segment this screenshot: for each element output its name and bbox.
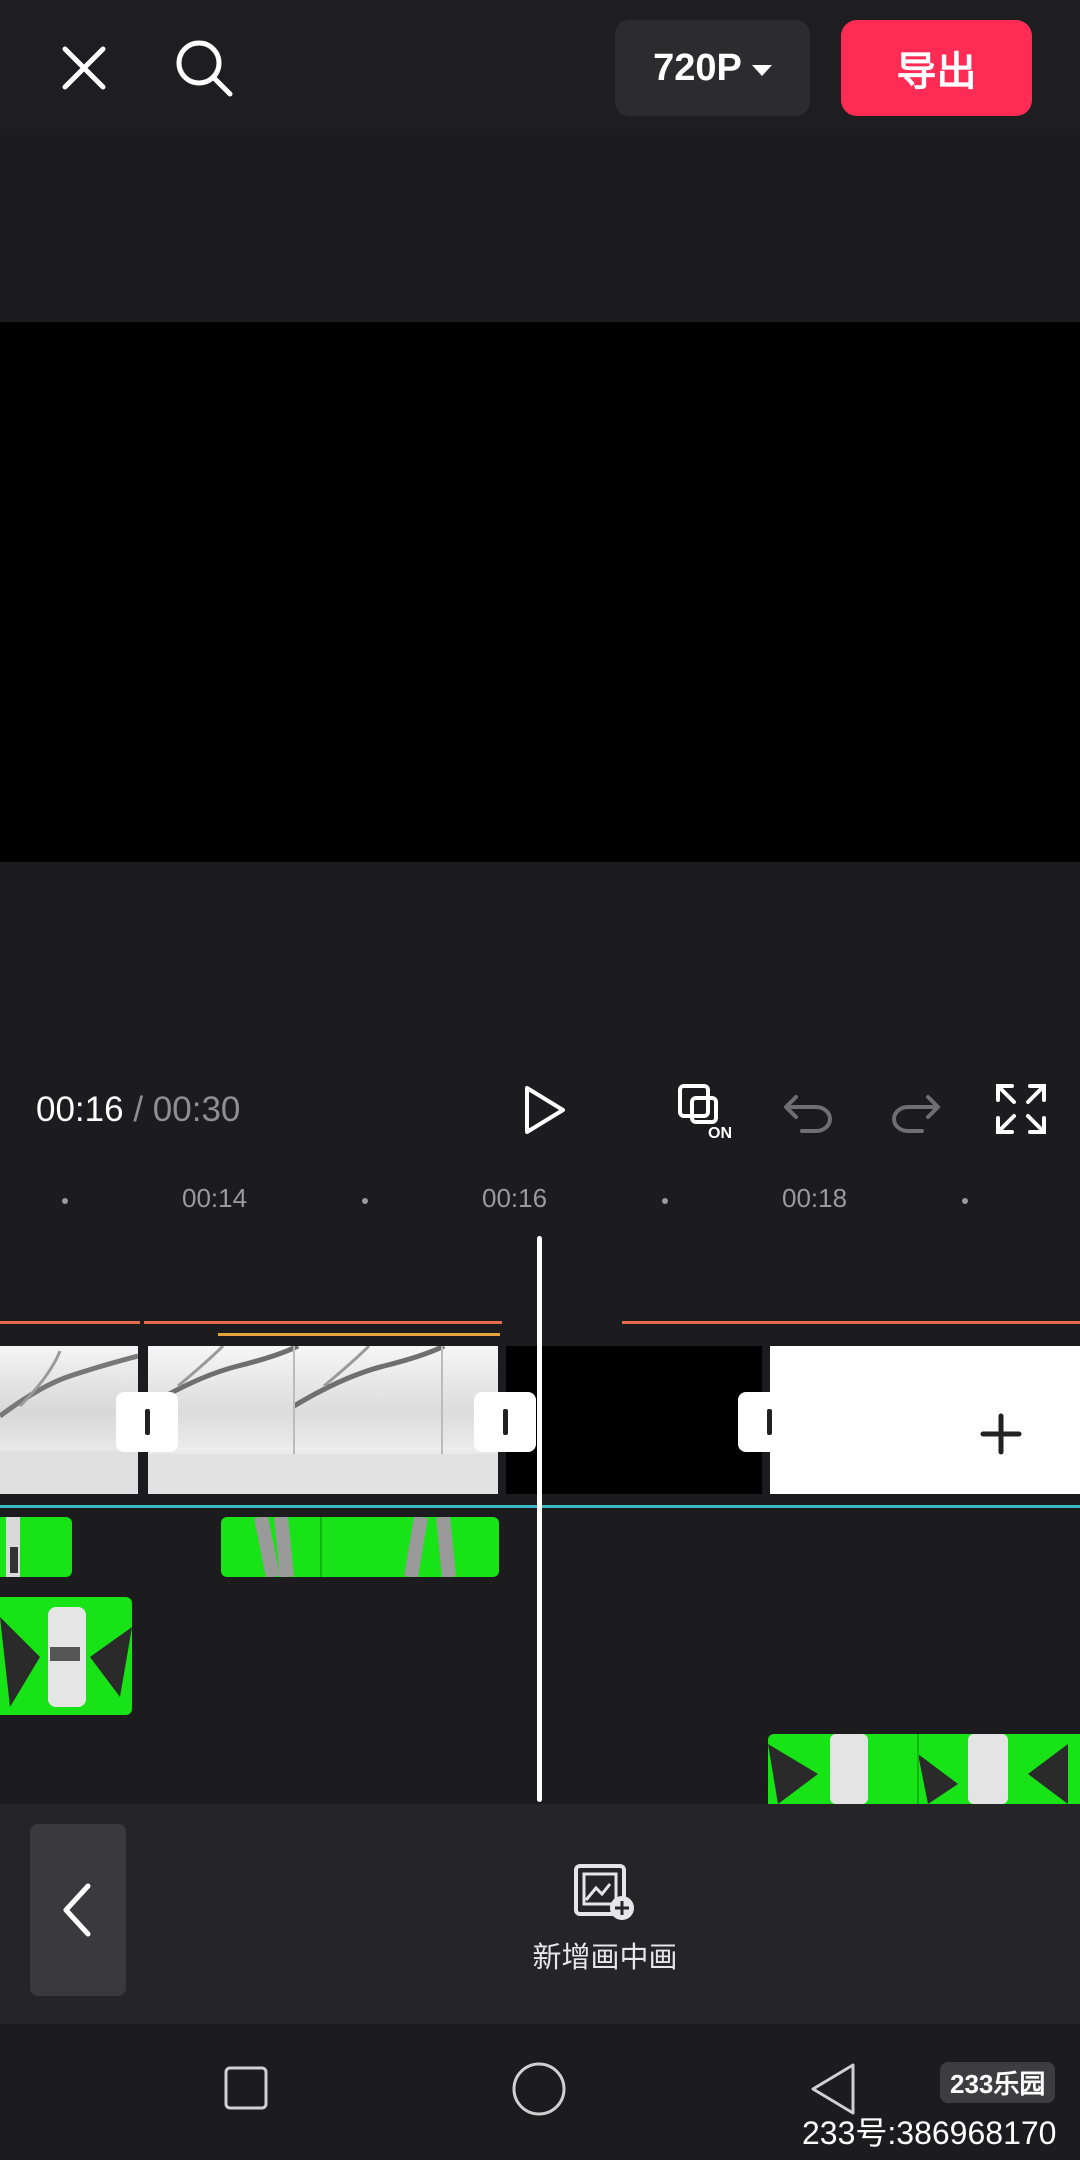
chevron-left-icon [63, 1883, 91, 1937]
export-button[interactable]: 导出 [841, 20, 1032, 116]
time-display: 00:16 / 00:30 [36, 1090, 240, 1130]
current-time: 00:16 [36, 1090, 124, 1129]
resolution-dropdown[interactable]: 720P [615, 20, 810, 116]
clip-effect-line [144, 1321, 502, 1324]
clip-effect-line [218, 1333, 500, 1336]
ruler-dot [62, 1198, 68, 1204]
search-icon[interactable] [168, 32, 240, 104]
pip-clip[interactable] [221, 1517, 499, 1577]
pip-clip[interactable] [0, 1597, 132, 1715]
fullscreen-icon[interactable] [990, 1078, 1052, 1140]
home-icon[interactable] [510, 2060, 568, 2118]
video-preview[interactable] [0, 322, 1080, 862]
add-clip-button[interactable] [956, 1389, 1046, 1479]
back-button[interactable] [30, 1824, 126, 1996]
clip-effect-line [0, 1321, 140, 1324]
ruler-dot [662, 1198, 668, 1204]
video-clip-black[interactable] [506, 1346, 762, 1494]
undo-icon[interactable] [778, 1082, 840, 1138]
transition-handle[interactable] [474, 1392, 536, 1452]
transition-handle[interactable] [738, 1392, 800, 1452]
playhead[interactable] [537, 1236, 542, 1802]
add-pip-icon [574, 1864, 634, 1920]
keyframe-on-label: ON [708, 1125, 732, 1142]
time-separator: / [133, 1090, 144, 1129]
add-pip-button[interactable]: 新增画中画 [510, 1862, 700, 1992]
pip-clip[interactable] [768, 1734, 1080, 1804]
play-icon[interactable] [510, 1080, 576, 1140]
ruler-label: 00:16 [482, 1183, 548, 1213]
ruler-label: 00:18 [782, 1183, 848, 1213]
recents-icon[interactable] [222, 2064, 270, 2112]
resolution-label: 720P [653, 46, 742, 89]
add-pip-label: 新增画中画 [532, 1942, 678, 1974]
close-icon[interactable] [50, 34, 118, 102]
keyframe-on-icon[interactable]: ON [672, 1080, 738, 1142]
ruler-dot [962, 1198, 968, 1204]
redo-icon[interactable] [884, 1082, 946, 1138]
ruler-label: 00:14 [182, 1183, 248, 1213]
total-time: 00:30 [152, 1090, 241, 1129]
caret-down-icon [751, 64, 772, 76]
watermark-id: 233号:386968170 [802, 2115, 1057, 2151]
transition-handle[interactable] [116, 1392, 178, 1452]
watermark-logo: 233乐园 [940, 2062, 1056, 2103]
clip-effect-line [622, 1321, 1080, 1324]
video-clip[interactable] [148, 1346, 498, 1494]
pip-clip[interactable] [0, 1517, 72, 1577]
ruler-dot [362, 1198, 368, 1204]
